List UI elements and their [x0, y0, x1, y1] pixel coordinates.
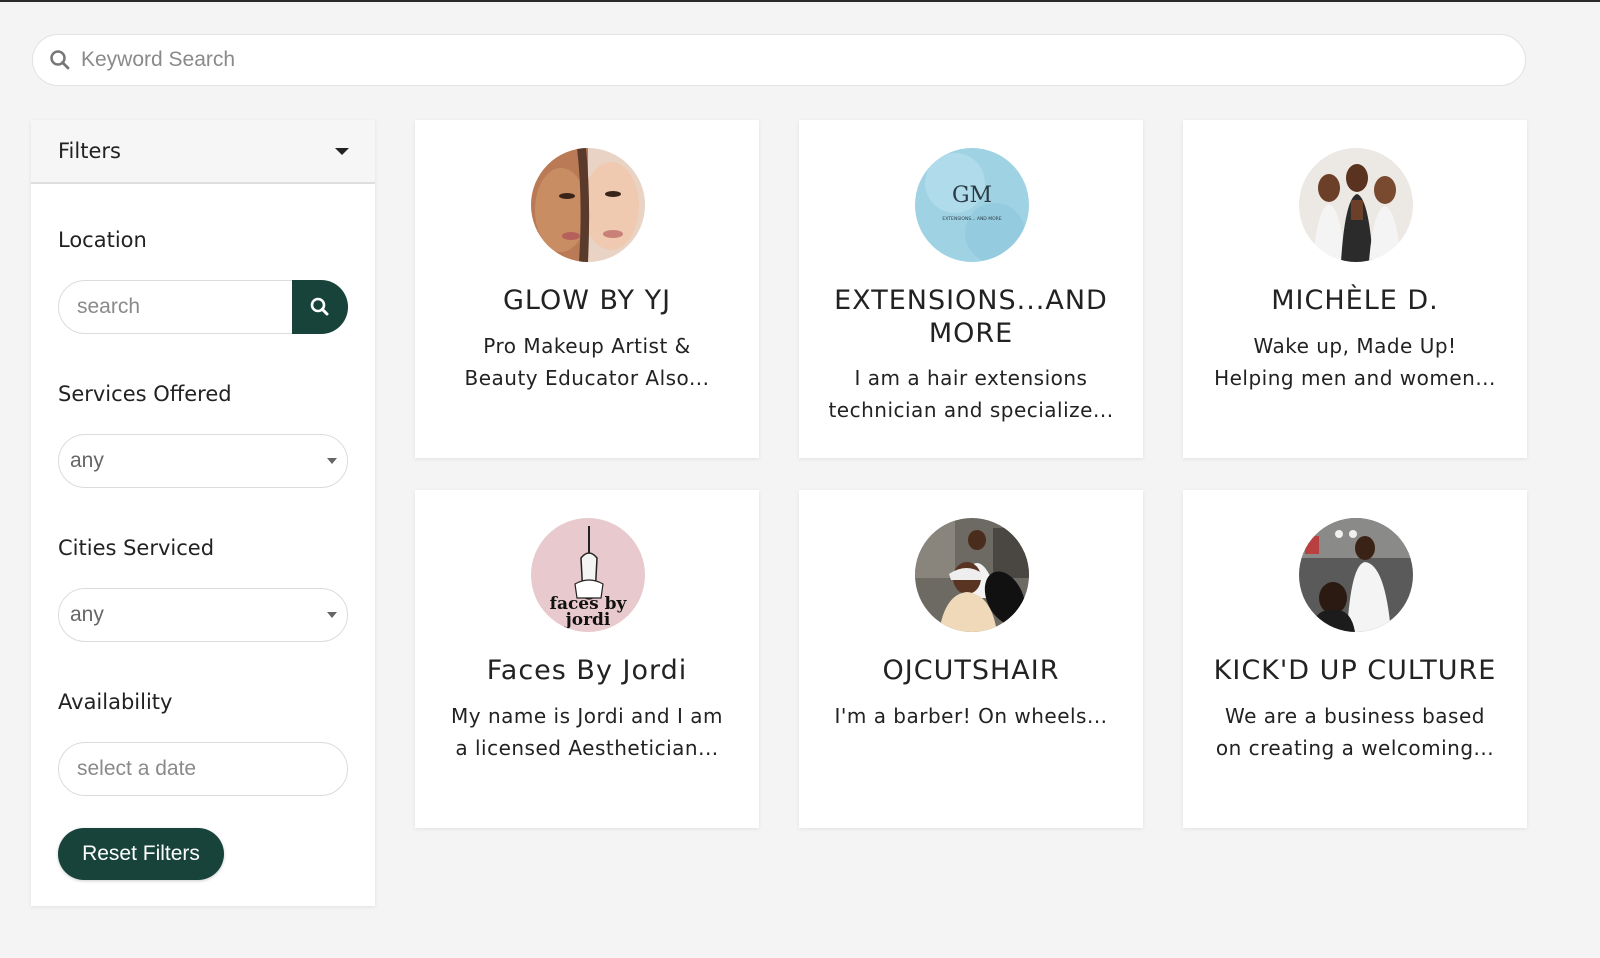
profile-description-line: Beauty Educator Also...	[464, 366, 710, 390]
reset-filters-button[interactable]: Reset Filters	[58, 828, 224, 880]
profile-card-kickd-up-culture[interactable]: KICK'D UP CULTURE We are a business base…	[1183, 490, 1527, 828]
profile-avatar	[915, 518, 1029, 632]
dropdown-arrow-icon	[327, 612, 337, 618]
profile-avatar	[531, 148, 645, 262]
services-offered-select[interactable]: any	[58, 434, 348, 488]
profile-avatar: faces by jordi	[531, 518, 645, 632]
profile-description-line: Pro Makeup Artist &	[483, 334, 691, 358]
keyword-search-input[interactable]	[79, 47, 1383, 73]
availability-date-input[interactable]	[75, 756, 279, 782]
cities-serviced-value: any	[70, 603, 104, 626]
filters-panel: Filters Location Services Offered any Ci…	[31, 120, 375, 906]
cities-serviced-label: Cities Serviced	[58, 536, 215, 560]
logo-text: GM	[952, 183, 992, 208]
profile-description-line: technician and specialize...	[828, 398, 1114, 422]
location-search-input[interactable]	[75, 294, 279, 320]
keyword-search-bar[interactable]	[32, 34, 1526, 86]
profile-card-faces-by-jordi[interactable]: faces by jordi Faces By Jordi My name is…	[415, 490, 759, 828]
profile-card-ojcutshair[interactable]: OJCUTSHAIR I'm a barber! On wheels...	[799, 490, 1143, 828]
logo-subtext: EXTENSIONS... AND MORE	[942, 216, 1001, 222]
profile-avatar	[1299, 148, 1413, 262]
location-search-button[interactable]	[292, 280, 348, 334]
top-border	[0, 0, 1600, 2]
profile-card-extensions-and-more[interactable]: GM EXTENSIONS... AND MORE EXTENSIONS...A…	[799, 120, 1143, 458]
profile-name: MICHÈLE D.	[1271, 285, 1439, 316]
profile-card-glow-by-yj[interactable]: GLOW BY YJ Pro Makeup Artist & Beauty Ed…	[415, 120, 759, 458]
filters-toggle[interactable]: Filters	[31, 120, 375, 184]
caret-down-icon	[335, 147, 349, 155]
search-icon	[310, 297, 329, 316]
filters-title: Filters	[58, 139, 121, 163]
search-icon	[49, 49, 71, 71]
profile-name: OJCUTSHAIR	[882, 655, 1060, 686]
profile-name: EXTENSIONS...AND MORE	[813, 284, 1129, 350]
dropdown-arrow-icon	[327, 458, 337, 464]
profile-description-line: on creating a welcoming...	[1215, 736, 1495, 760]
profile-name: KICK'D UP CULTURE	[1213, 655, 1497, 686]
profile-avatar	[1299, 518, 1413, 632]
location-field	[58, 280, 348, 334]
cities-serviced-select[interactable]: any	[58, 588, 348, 642]
availability-label: Availability	[58, 690, 173, 714]
profile-description-line: Helping men and women...	[1214, 366, 1496, 390]
profile-name-line: MORE	[928, 318, 1014, 349]
profile-description-line: I'm a barber! On wheels...	[834, 704, 1108, 728]
profile-description-line: I am a hair extensions	[854, 366, 1088, 390]
profile-name-line: EXTENSIONS...AND	[834, 285, 1108, 316]
profile-description-line: a licensed Aesthetician...	[455, 736, 719, 760]
availability-date-field[interactable]	[58, 742, 348, 796]
profile-description-line: My name is Jordi and I am	[451, 704, 723, 728]
profile-description-line: We are a business based	[1225, 704, 1485, 728]
profile-description-line: Wake up, Made Up!	[1253, 334, 1457, 358]
location-label: Location	[58, 228, 147, 252]
profile-name: Faces By Jordi	[486, 655, 688, 686]
logo-text: jordi	[564, 610, 611, 630]
profile-name: GLOW BY YJ	[502, 285, 672, 316]
profile-avatar: GM EXTENSIONS... AND MORE	[915, 148, 1029, 262]
services-offered-label: Services Offered	[58, 382, 232, 406]
services-offered-value: any	[70, 449, 104, 472]
profile-card-michele-d[interactable]: MICHÈLE D. Wake up, Made Up! Helping men…	[1183, 120, 1527, 458]
